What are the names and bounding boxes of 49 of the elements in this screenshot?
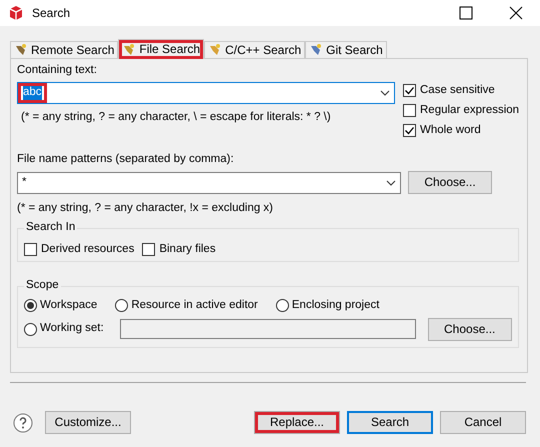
checkbox-label: Regular expression	[420, 104, 520, 118]
tab[interactable]: Remote Search	[10, 41, 118, 58]
hint-text: (* = any string, ? = any character, !x = excluding x)	[17, 202, 274, 216]
dropdown-icon[interactable]	[380, 90, 390, 96]
close-icon[interactable]	[508, 5, 524, 21]
window-title: Search	[32, 6, 70, 20]
radio-button[interactable]	[24, 299, 37, 312]
checkbox[interactable]	[403, 124, 416, 137]
dialog-button[interactable]: Replace...	[254, 411, 340, 434]
working-set-field[interactable]	[120, 319, 416, 340]
checkbox[interactable]	[403, 104, 416, 118]
tab[interactable]: C/C++ Search	[204, 41, 306, 58]
field-label: Containing text:	[17, 64, 98, 78]
checkbox-label: Whole word	[420, 124, 481, 138]
checkbox[interactable]	[24, 243, 37, 256]
text-field[interactable]: abc	[17, 82, 395, 104]
dialog-button[interactable]: Customize...	[45, 411, 131, 434]
radio-button[interactable]	[24, 322, 37, 336]
radio-button[interactable]	[276, 299, 289, 312]
pattern-field[interactable]: *	[17, 172, 401, 194]
tab[interactable]: File Search	[118, 39, 204, 59]
group-title: Scope	[24, 278, 61, 293]
dropdown-icon[interactable]	[386, 180, 396, 186]
checkbox-label: Case sensitive	[420, 84, 495, 98]
flashlight-icon	[309, 43, 324, 57]
flashlight-icon	[14, 43, 28, 57]
radio-label: Working set:	[40, 322, 104, 336]
field-value: abc	[23, 86, 42, 100]
checkbox-label: Derived resources	[41, 242, 134, 257]
maximize-icon[interactable]	[458, 5, 474, 21]
checkbox-label: Binary files	[159, 242, 216, 257]
choose-button[interactable]: Choose...	[428, 318, 512, 341]
choose-button[interactable]: Choose...	[408, 171, 492, 194]
dialog-button[interactable]: Cancel	[440, 411, 526, 434]
checkbox[interactable]	[403, 84, 416, 98]
field-label: File name patterns (separated by comma):	[17, 153, 235, 168]
hint-text: (* = any string, ? = any character, \ = escape for literals: * ? \)	[21, 110, 332, 125]
radio-label: Workspace	[40, 298, 98, 313]
flashlight-icon	[208, 43, 222, 57]
dialog-button[interactable]: Search	[347, 411, 433, 434]
help-icon[interactable]	[13, 412, 33, 432]
radio-label: Resource in active editor	[131, 298, 258, 313]
checkbox[interactable]	[142, 243, 156, 256]
app-icon	[8, 5, 24, 21]
field-value: *	[22, 176, 26, 190]
flashlight-icon	[122, 42, 136, 56]
radio-label: Enclosing project	[292, 298, 380, 313]
radio-button[interactable]	[115, 299, 128, 312]
tab[interactable]: Git Search	[305, 41, 387, 58]
